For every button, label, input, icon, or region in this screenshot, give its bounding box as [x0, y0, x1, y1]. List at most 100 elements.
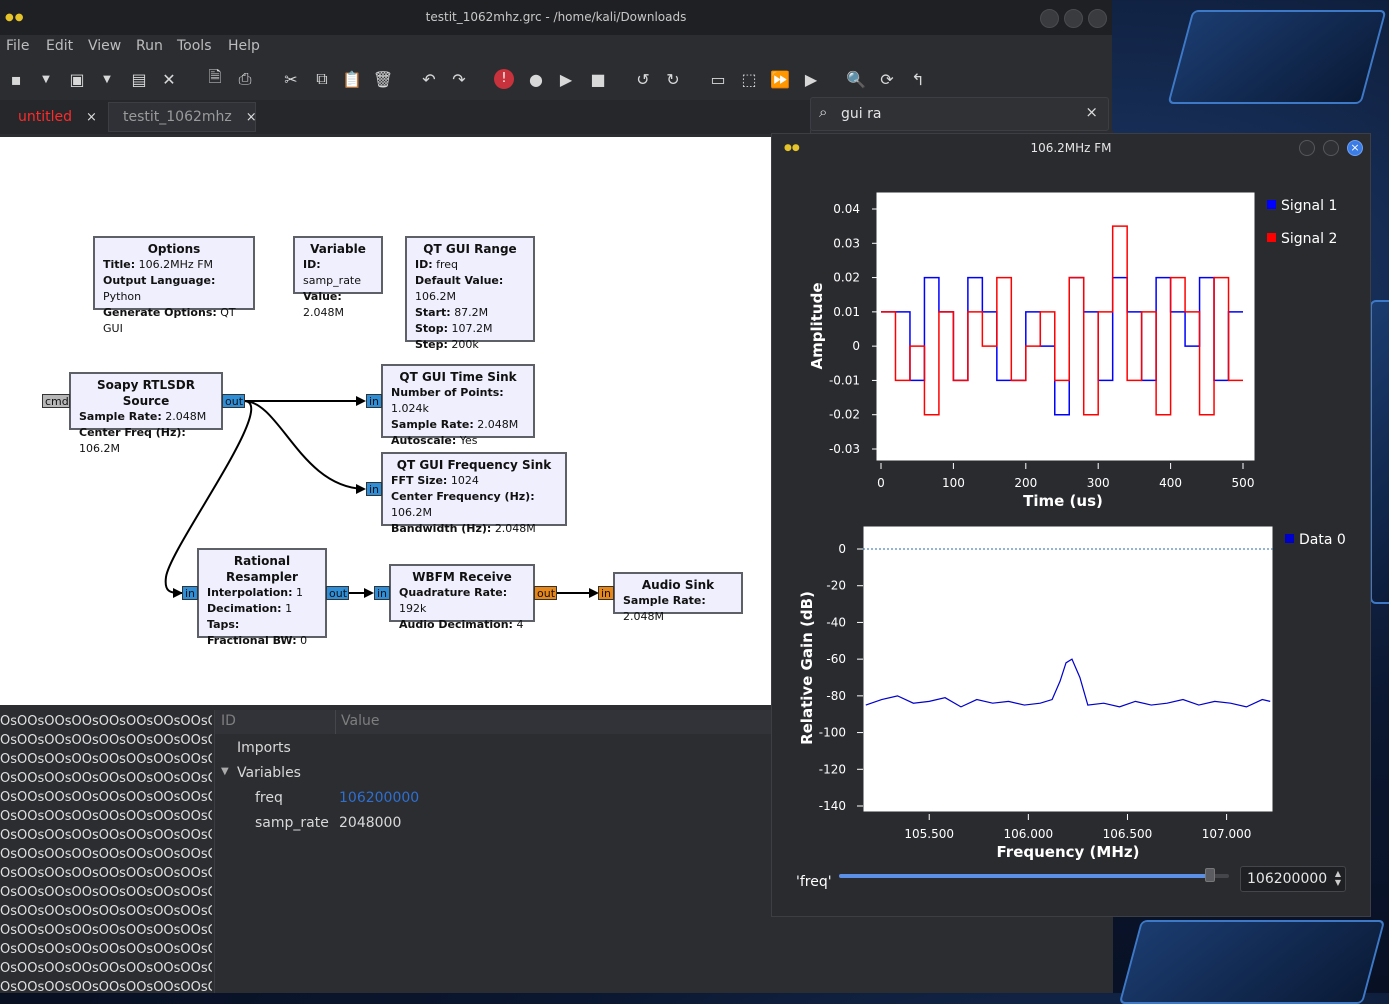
enable-block-icon[interactable]: ▭: [706, 67, 730, 91]
variable-editor-header: ID Value: [215, 710, 811, 734]
undo-icon[interactable]: ↶: [417, 67, 441, 91]
freq-slider-fill: [839, 874, 1210, 878]
imports-row[interactable]: Imports: [237, 740, 291, 756]
port-in[interactable]: in: [366, 482, 382, 496]
chevron-down-icon[interactable]: ▼: [95, 67, 119, 91]
errors-icon[interactable]: !: [492, 67, 516, 91]
new-file-icon[interactable]: ▪: [4, 67, 28, 91]
tab-untitled[interactable]: untitled ×: [10, 102, 110, 132]
create-hier-icon[interactable]: ▶: [799, 67, 823, 91]
console-line: OsOOsOOsOOsOOsOOsOOsOOsO-: [0, 980, 212, 993]
tab-label: testit_1062mhz: [123, 109, 232, 125]
port-in[interactable]: in: [182, 586, 198, 600]
freq-spinbox[interactable]: 106200000 ▲ ▼: [1240, 866, 1346, 892]
block-audio-sink[interactable]: Audio Sink Sample Rate: 2.048M: [613, 572, 743, 623]
param-label: Taps:: [207, 618, 240, 631]
variable-value[interactable]: 2048000: [339, 815, 401, 831]
freq-spinbox-value: 106200000: [1247, 871, 1328, 887]
screenshot-icon[interactable]: 🗎: [203, 67, 227, 91]
rotate-ccw-icon[interactable]: ↺: [631, 67, 655, 91]
port-out[interactable]: out: [326, 586, 349, 600]
search-input[interactable]: [839, 103, 1073, 125]
menu-tools[interactable]: Tools: [177, 38, 212, 54]
close-file-icon[interactable]: ✕: [157, 67, 181, 91]
toolbar: ▪ ▼ ▣ ▼ ▤ ✕ 🗎 ⎙ ✂ ⧉ 📋 🗑 ↶ ↷ ! ● ▶ ■ ↺ ↻ …: [0, 62, 1112, 96]
block-rational-resampler[interactable]: Rational Resampler Interpolation: 1 Deci…: [197, 548, 327, 647]
port-in[interactable]: in: [598, 586, 614, 600]
expander-icon[interactable]: ▼: [221, 766, 229, 777]
port-out[interactable]: out: [534, 586, 557, 600]
block-wbfm-receive[interactable]: WBFM Receive Quadrature Rate: 192k Audio…: [389, 564, 535, 631]
menu-view[interactable]: View: [88, 38, 121, 54]
variables-row[interactable]: Variables: [237, 765, 301, 781]
close-tab-icon[interactable]: ×: [246, 110, 257, 125]
console-panel[interactable]: OsOOsOOsOOsOOsOOsOOsOOsO- OsOOsOOsOOsOOs…: [0, 710, 212, 993]
port-out[interactable]: out: [222, 394, 245, 408]
rotate-cw-icon[interactable]: ↻: [661, 67, 685, 91]
console-line: OsOOsOOsOOsOOsOOsOOsOOsO-: [0, 714, 212, 729]
paste-icon[interactable]: 📋: [340, 67, 364, 91]
flowgraph-canvas[interactable]: Options Title: 106.2MHz FM Output Langua…: [0, 137, 772, 705]
grc-window-title: testit_1062mhz.grc - /home/kali/Download…: [425, 10, 687, 24]
close-button[interactable]: [1088, 9, 1107, 28]
minimize-button[interactable]: [1040, 9, 1059, 28]
menubar: File Edit View Run Tools Help: [0, 35, 1112, 59]
find-block-icon[interactable]: 🔍: [844, 67, 868, 91]
maximize-button[interactable]: [1064, 9, 1083, 28]
block-variable[interactable]: Variable ID: samp_rate Value: 2.048M: [293, 236, 383, 319]
param-value: 2.048M: [165, 410, 207, 423]
generate-icon[interactable]: ●: [524, 67, 548, 91]
tab-testit[interactable]: testit_1062mhz ×: [108, 102, 257, 132]
copy-icon[interactable]: ⧉: [310, 67, 334, 91]
param-label: Value:: [303, 290, 342, 303]
chevron-down-icon[interactable]: ▼: [34, 67, 58, 91]
block-qt-gui-range[interactable]: QT GUI Range ID: freq Default Value: 106…: [405, 236, 535, 351]
block-title: QT GUI Frequency Sink: [396, 458, 552, 472]
variable-id[interactable]: samp_rate: [255, 815, 329, 831]
freq-slider-handle[interactable]: [1204, 868, 1215, 882]
variable-id[interactable]: freq: [255, 790, 283, 806]
delete-icon[interactable]: 🗑: [371, 67, 395, 91]
menu-edit[interactable]: Edit: [46, 38, 73, 54]
variable-value[interactable]: 106200000: [339, 790, 419, 806]
console-line: OsOOsOOsOOsOOsOOsOOsOOsO-: [0, 771, 212, 786]
close-button[interactable]: ×: [1347, 140, 1363, 156]
param-value: 87.2M: [454, 306, 489, 319]
close-tab-icon[interactable]: ×: [86, 110, 97, 125]
stop-icon[interactable]: ■: [586, 67, 610, 91]
block-qt-gui-frequency-sink[interactable]: QT GUI Frequency Sink FFT Size: 1024 Cen…: [381, 452, 567, 535]
block-search: ⌕ ×: [810, 97, 1109, 131]
cut-icon[interactable]: ✂: [279, 67, 303, 91]
param-label: Generate Options:: [103, 306, 217, 319]
block-options[interactable]: Options Title: 106.2MHz FM Output Langua…: [93, 236, 255, 335]
minimize-button[interactable]: [1299, 140, 1315, 156]
spin-arrows-icon[interactable]: ▲ ▼: [1335, 869, 1341, 887]
port-in[interactable]: in: [374, 586, 390, 600]
param-label: Quadrature Rate:: [399, 586, 508, 599]
param-label: Center Frequency (Hz):: [391, 490, 535, 503]
maximize-button[interactable]: [1323, 140, 1339, 156]
execute-icon[interactable]: ▶: [554, 67, 578, 91]
print-icon[interactable]: ⎙: [233, 67, 257, 91]
disable-block-icon[interactable]: ⬚: [737, 67, 761, 91]
open-file-icon[interactable]: ▣: [65, 67, 89, 91]
reload-icon[interactable]: ⟳: [875, 67, 899, 91]
column-value[interactable]: Value: [341, 713, 379, 729]
console-line: OsOOsOOsOOsOOsOOsOOsOOsO-: [0, 809, 212, 824]
redo-icon[interactable]: ↷: [447, 67, 471, 91]
block-soapy-rtlsdr-source[interactable]: Soapy RTLSDR Source Sample Rate: 2.048M …: [69, 372, 223, 455]
menu-help[interactable]: Help: [228, 38, 260, 54]
block-qt-gui-time-sink[interactable]: QT GUI Time Sink Number of Points: 1.024…: [381, 364, 535, 447]
clear-search-icon[interactable]: ×: [1085, 103, 1098, 121]
param-value: 106.2MHz FM: [138, 258, 214, 271]
return-icon[interactable]: ↰: [906, 67, 930, 91]
menu-file[interactable]: File: [6, 38, 29, 54]
tab-bar: untitled × testit_1062mhz ×: [0, 100, 810, 134]
port-cmd[interactable]: cmd: [42, 394, 70, 408]
bypass-icon[interactable]: ⏩: [768, 67, 792, 91]
save-icon[interactable]: ▤: [127, 67, 151, 91]
port-in[interactable]: in: [366, 394, 382, 408]
menu-run[interactable]: Run: [136, 38, 163, 54]
param-label: Step:: [415, 338, 448, 351]
column-id[interactable]: ID: [221, 713, 236, 729]
